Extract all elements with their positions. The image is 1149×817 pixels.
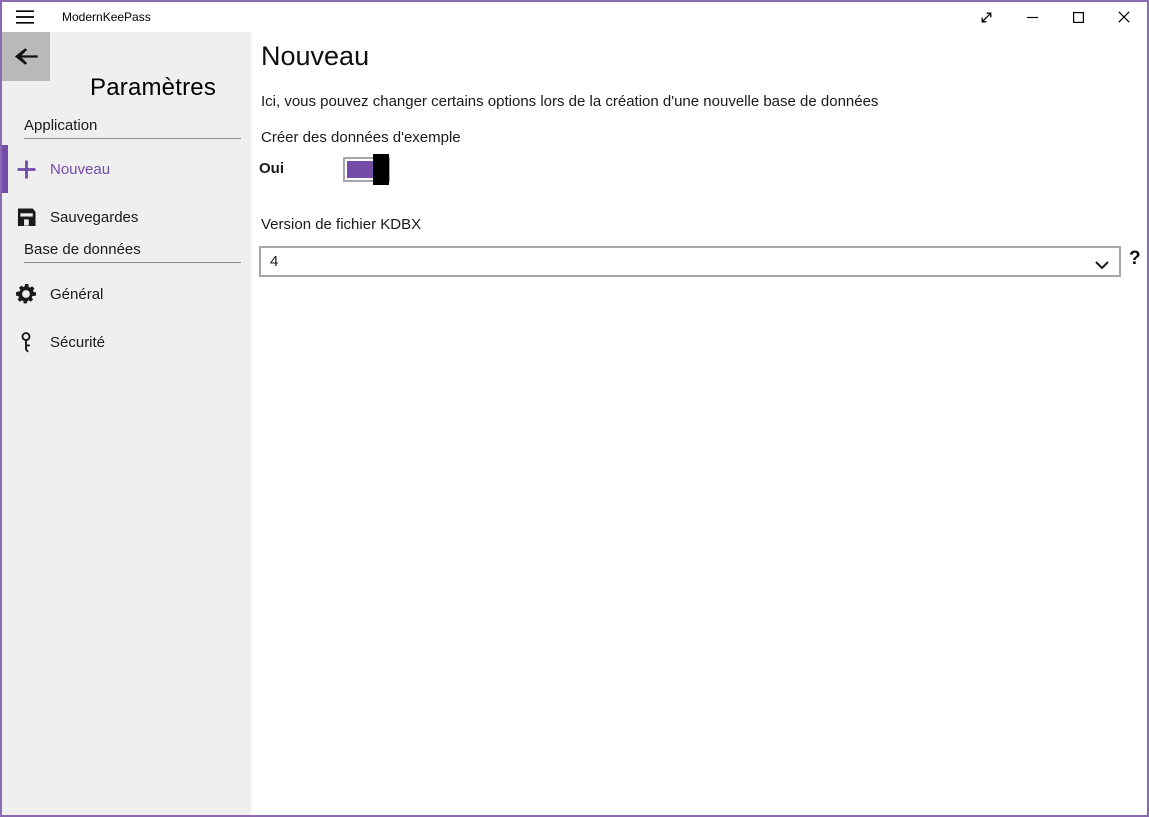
page-title: Nouveau [261,41,369,72]
app-title: ModernKeePass [62,10,151,24]
sidebar-title: Paramètres [90,74,216,102]
fullscreen-icon [979,10,994,25]
maximize-button[interactable] [1055,2,1101,32]
section-header-application: Application [24,117,241,139]
page-description: Ici, vous pouvez changer certains option… [261,93,878,110]
chevron-down-icon [1095,257,1109,274]
toggle-thumb[interactable] [373,154,389,185]
hamburger-icon [16,10,34,24]
fullscreen-button[interactable] [963,2,1009,32]
titlebar: ModernKeePass [2,2,1147,32]
sidebar-item-label: Général [50,286,103,303]
hamburger-menu-button[interactable] [2,2,48,32]
gear-icon [2,284,50,304]
sidebar-item-label: Sauvegardes [50,209,138,226]
settings-page-nouveau: Nouveau Ici, vous pouvez changer certain… [251,32,1147,815]
plus-icon [2,160,50,179]
maximize-icon [1073,12,1084,23]
close-icon [1118,11,1130,23]
back-button[interactable] [2,32,50,81]
kdbx-version-help[interactable]: ? [1129,248,1141,270]
toggle-state-label: Oui [259,160,284,177]
close-button[interactable] [1101,2,1147,32]
app-window: ModernKeePass [0,0,1149,817]
back-arrow-icon [14,48,38,65]
key-icon [2,332,50,353]
section-header-base-de-donnees: Base de données [24,241,241,263]
sidebar-item-securite[interactable]: Sécurité [2,318,251,366]
settings-sidebar: Paramètres Application Nouveau Sauvegard… [2,32,251,815]
sample-data-toggle[interactable] [343,157,390,182]
sidebar-item-nouveau[interactable]: Nouveau [2,145,251,193]
sidebar-item-sauvegardes[interactable]: Sauvegardes [2,193,251,241]
kdbx-version-select[interactable]: 4 [259,246,1121,277]
minimize-icon [1027,12,1038,23]
kdbx-version-label: Version de fichier KDBX [261,216,421,233]
window-controls [963,2,1147,32]
minimize-button[interactable] [1009,2,1055,32]
kdbx-version-value: 4 [270,253,278,270]
save-icon [2,208,50,227]
sidebar-item-label: Sécurité [50,334,105,351]
sample-data-label: Créer des données d'exemple [261,129,461,146]
sidebar-item-general[interactable]: Général [2,270,251,318]
sidebar-item-label: Nouveau [50,161,110,178]
